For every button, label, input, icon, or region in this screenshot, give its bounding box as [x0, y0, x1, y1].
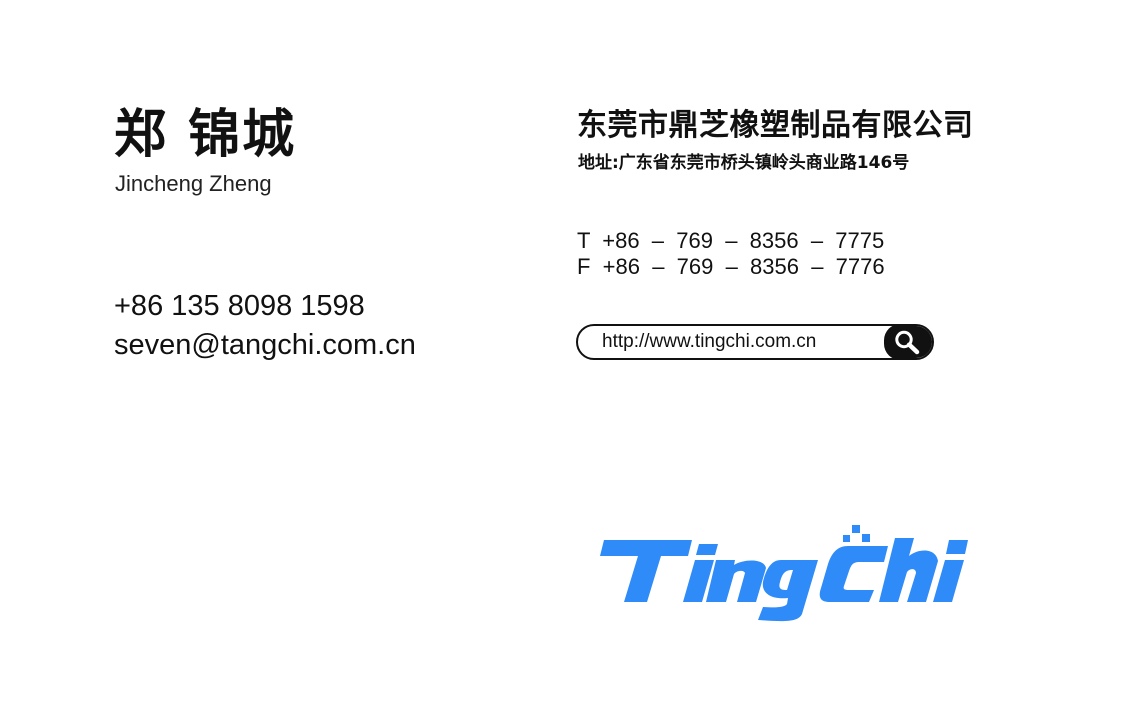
search-button[interactable]	[884, 326, 932, 358]
website-search-bar[interactable]: http://www.tingchi.com.cn	[576, 324, 934, 360]
company-address: 地址:广东省东莞市桥头镇岭头商业路146号	[578, 153, 910, 173]
email-address: seven@tangchi.com.cn	[114, 329, 416, 361]
fax-number: F +86 – 769 – 8356 – 7776	[577, 254, 885, 279]
tingchi-logo	[600, 525, 968, 622]
person-name-english: Jincheng Zheng	[115, 171, 272, 196]
mobile-number: +86 135 8098 1598	[114, 290, 365, 322]
telephone-number: T +86 – 769 – 8356 – 7775	[577, 228, 885, 253]
magnifier-icon	[895, 330, 920, 355]
business-card: 郑 锦城 Jincheng Zheng +86 135 8098 1598 se…	[0, 0, 1135, 710]
website-url[interactable]: http://www.tingchi.com.cn	[602, 326, 816, 358]
company-name: 东莞市鼎芝橡塑制品有限公司	[577, 108, 974, 143]
person-name-chinese: 郑 锦城	[114, 105, 297, 165]
logo-lettering	[600, 525, 968, 622]
